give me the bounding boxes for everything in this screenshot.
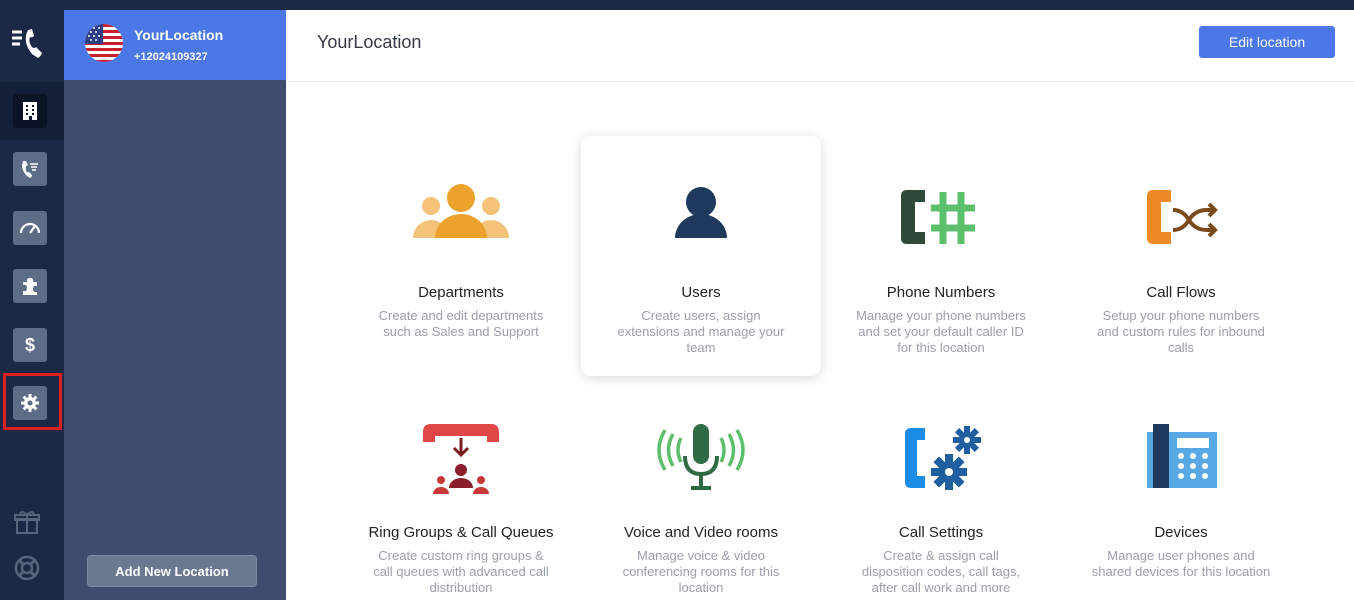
puzzle-icon [23,278,37,295]
add-new-location-button[interactable]: Add New Location [87,555,257,587]
call-log-icon [22,161,38,178]
desk-phone-icon [1147,424,1217,488]
page-header: YourLocation Edit location [286,10,1354,82]
tile-description: Manage user phones and shared devices fo… [1091,548,1271,579]
rail-item-dashboard[interactable] [13,211,47,245]
tile-title: Devices [1154,524,1208,541]
tile-title: Ring Groups & Call Queues [368,524,554,541]
tile-title: Departments [418,284,504,301]
tile-users[interactable]: Users Create users, assign extensions an… [581,136,821,376]
location-name: YourLocation [134,27,224,43]
speedometer-icon [19,222,41,234]
location-card[interactable]: YourLocation +12024109327 [64,10,286,80]
tile-description: Create & assign call disposition codes, … [861,548,1021,595]
tile-departments[interactable]: Departments Create and edit departments … [341,136,581,376]
us-flag-icon [85,24,123,62]
location-phone: +12024109327 [134,51,208,63]
page-title: YourLocation [317,32,422,52]
help-lifebuoy-icon[interactable] [13,554,41,582]
call-flow-shuffle-icon [1147,190,1218,244]
tile-call-settings[interactable]: Call Settings Create & assign call dispo… [821,376,1061,600]
svg-text:$: $ [25,335,35,355]
tile-ring-groups[interactable]: Ring Groups & Call Queues Create custom … [341,376,581,600]
settings-highlight-box [3,373,62,430]
microphone-icon [657,424,745,490]
user-icon [675,187,727,238]
icon-rail: $ [0,0,64,600]
tile-title: Phone Numbers [886,284,996,301]
ring-group-icon [423,424,499,494]
tile-description: Manage voice & video conferencing rooms … [622,548,780,595]
rail-item-locations[interactable] [13,94,47,128]
tile-title: Users [681,284,721,301]
top-strip [0,0,1354,10]
tile-description: Create and edit departments such as Sale… [378,308,544,339]
edit-location-button[interactable]: Edit location [1199,26,1335,58]
rail-item-billing[interactable]: $ [13,328,47,362]
tile-call-flows[interactable]: Call Flows Setup your phone numbers and … [1061,136,1301,376]
tile-description: Manage your phone numbers and set your d… [856,308,1026,355]
rail-item-calls[interactable] [13,152,47,186]
main-content: YourLocation Edit location Departments C… [286,10,1354,600]
tile-phone-numbers[interactable]: Phone Numbers Manage your phone numbers … [821,136,1061,376]
dollar-icon: $ [25,335,35,355]
tile-title: Call Flows [1146,284,1216,301]
tile-title: Call Settings [898,524,984,541]
call-settings-gear-icon [905,426,981,490]
phone-hash-icon [901,190,975,244]
tile-description: Setup your phone numbers and custom rule… [1097,308,1265,355]
tile-title: Voice and Video rooms [624,524,778,541]
rail-item-integrations[interactable] [13,269,47,303]
gift-icon[interactable] [13,508,41,536]
tile-devices[interactable]: Devices Manage user phones and shared de… [1061,376,1301,600]
tile-description: Create users, assign extensions and mana… [617,308,785,355]
location-panel: YourLocation +12024109327 Add New Locati… [64,10,286,600]
departments-icon [413,184,509,238]
tile-voice-video-rooms[interactable]: Voice and Video rooms Manage voice & vid… [581,376,821,600]
building-icon [23,102,37,120]
tile-description: Create custom ring groups & call queues … [373,548,549,595]
app-logo-icon[interactable] [10,24,50,64]
